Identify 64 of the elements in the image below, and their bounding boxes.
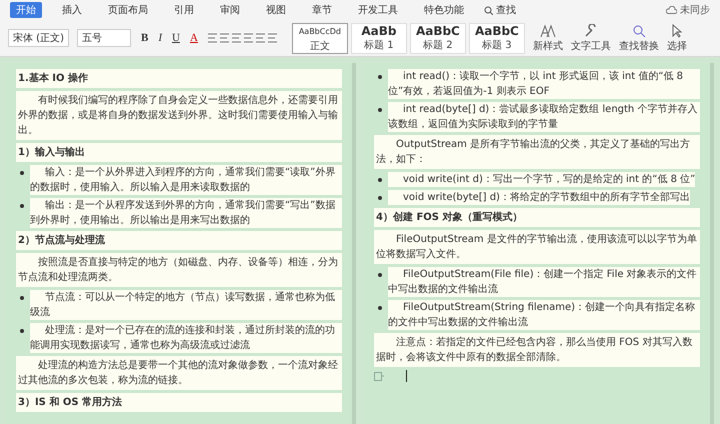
bullet-icon bbox=[378, 75, 382, 79]
style-preset[interactable]: AaBbC 标题 2 bbox=[410, 22, 466, 54]
menu-tab[interactable]: 审阅 bbox=[214, 2, 246, 18]
bullet-icon bbox=[378, 178, 382, 182]
tool-label[interactable]: 查找替换 bbox=[618, 38, 659, 52]
sync-status[interactable]: 未同步 bbox=[680, 3, 710, 17]
bullet-icon bbox=[378, 196, 382, 200]
list-item-text: void write(byte[] d)：将给定的字节数组中的所有字节全部写出 bbox=[388, 190, 690, 205]
menu-tab[interactable]: 引用 bbox=[168, 2, 200, 18]
section-heading: 3）IS 和 OS 常用方法 bbox=[16, 393, 342, 412]
bullet-icon bbox=[20, 296, 24, 300]
menu-tab[interactable]: 插入 bbox=[56, 2, 88, 18]
font-name-field[interactable]: 宋体 (正文) bbox=[8, 29, 69, 47]
paragraph: 处理流的构造方法总是要带一个其他的流对象做参数，一个流对象经过其他流的多次包装，称为流的链接。 bbox=[16, 356, 342, 390]
font-size-field[interactable]: 五号 bbox=[76, 29, 131, 47]
pointer-icon bbox=[670, 24, 683, 38]
paragraph: 注意点：若指定的文件已经包含内容，那么当使用 FOS 对其写入数据时，会将该文件中原有的数据全部清除。 bbox=[374, 333, 700, 367]
menu-tab[interactable]: 特色功能 bbox=[418, 2, 470, 18]
search-label[interactable]: 查找 bbox=[496, 3, 516, 17]
bullet-icon bbox=[378, 306, 382, 310]
paragraph: 有时候我们编写的程序除了自身会定义一些数据信息外，还需要引用外界的数据，或是将自身的数据发送到外界。这时我们需要使用输入与输出。 bbox=[16, 91, 342, 140]
paragraph-mark-icon bbox=[374, 372, 384, 380]
format-button[interactable]: B bbox=[138, 32, 150, 44]
section-heading: 4）创建 FOS 对象（重写模式） bbox=[374, 208, 700, 227]
menu-tab[interactable]: 章节 bbox=[306, 2, 338, 18]
section-heading: 1.基本 IO 操作 bbox=[16, 69, 342, 88]
menu-tab[interactable]: 视图 bbox=[260, 2, 292, 18]
search-icon bbox=[632, 24, 646, 38]
style-preset[interactable]: AaBbC 标题 3 bbox=[468, 22, 525, 54]
menu-tab[interactable]: 页面布局 bbox=[102, 2, 154, 18]
wrench-icon bbox=[584, 24, 598, 38]
tool-label[interactable]: 文字工具 bbox=[570, 38, 611, 52]
search-icon[interactable] bbox=[484, 6, 493, 14]
menu-tab[interactable]: 开发工具 bbox=[352, 2, 404, 18]
style-preset[interactable]: AaBbCcDd 正文 bbox=[292, 22, 348, 54]
format-button[interactable]: U bbox=[170, 32, 182, 44]
text-cursor bbox=[406, 370, 407, 382]
list-item-text: int read(byte[] d)：尝试最多读取给定数组 length 个字节并存入该数组，返回值为实际读取到的字节量 bbox=[388, 102, 700, 132]
menu-tab[interactable]: 开始 bbox=[10, 2, 42, 18]
bullet-icon bbox=[20, 171, 24, 175]
section-heading: 2）节点流与处理流 bbox=[16, 231, 342, 250]
tool-label[interactable]: 新样式 bbox=[532, 38, 563, 52]
list-item-text: void write(int d)：写出一个字节，写的是给定的 int 的“低 8 位” bbox=[388, 172, 696, 187]
section-heading: 1）输入与输出 bbox=[16, 143, 342, 162]
list-item-text: 输入：是一个从外界进入到程序的方向，通常我们需要“读取”外界的数据时，使用输入。所以输入是用来读取数据的 bbox=[30, 165, 342, 195]
cloud-icon bbox=[666, 6, 677, 14]
list-item-text: 输出：是一个从程序发送到外界的方向，通常我们需要“写出”数据到外界时，使用输出。所以输出是用来写出数据的 bbox=[30, 198, 342, 228]
list-item-text: FileOutputStream(File file)：创建一个指定 File 对象表示的文件中写出数据的文件输出流 bbox=[388, 267, 700, 297]
list-item-text: FileOutputStream(String filename)：创建一个向具有指定名称的文件中写出数据的文件输出流 bbox=[388, 300, 700, 330]
bullet-icon bbox=[20, 204, 24, 208]
paragraph: OutputStream 是所有字节输出流的父类，其定义了基础的写出方法，如下： bbox=[374, 135, 700, 169]
bullet-icon bbox=[378, 273, 382, 277]
tool-label[interactable]: 选择 bbox=[666, 38, 687, 52]
list-item-text: 处理流：是对一个已存在的流的连接和封装，通过所封装的流的功能调用实现数据读写，通常也称为高级流或过滤流 bbox=[30, 323, 342, 353]
style-preset[interactable]: AaBb 标题 1 bbox=[350, 22, 407, 54]
format-button[interactable]: A bbox=[188, 32, 200, 44]
format-button[interactable]: I bbox=[156, 32, 164, 44]
paragraph: FileOutputStream 是文件的字节输出流，使用该流可以以字节为单位将数据写入文件。 bbox=[374, 230, 700, 264]
bullet-icon bbox=[378, 108, 382, 112]
list-item-text: 节点流：可以从一个特定的地方（节点）读写数据，通常也称为低级流 bbox=[30, 290, 342, 320]
align-icons-drawing[interactable] bbox=[208, 33, 278, 43]
paragraph: 按照流是否直接与特定的地方（如磁盘、内存、设备等）相连，分为节点流和处理流两类。 bbox=[16, 253, 342, 287]
bullet-icon bbox=[20, 329, 24, 333]
letters-icon bbox=[540, 24, 556, 38]
